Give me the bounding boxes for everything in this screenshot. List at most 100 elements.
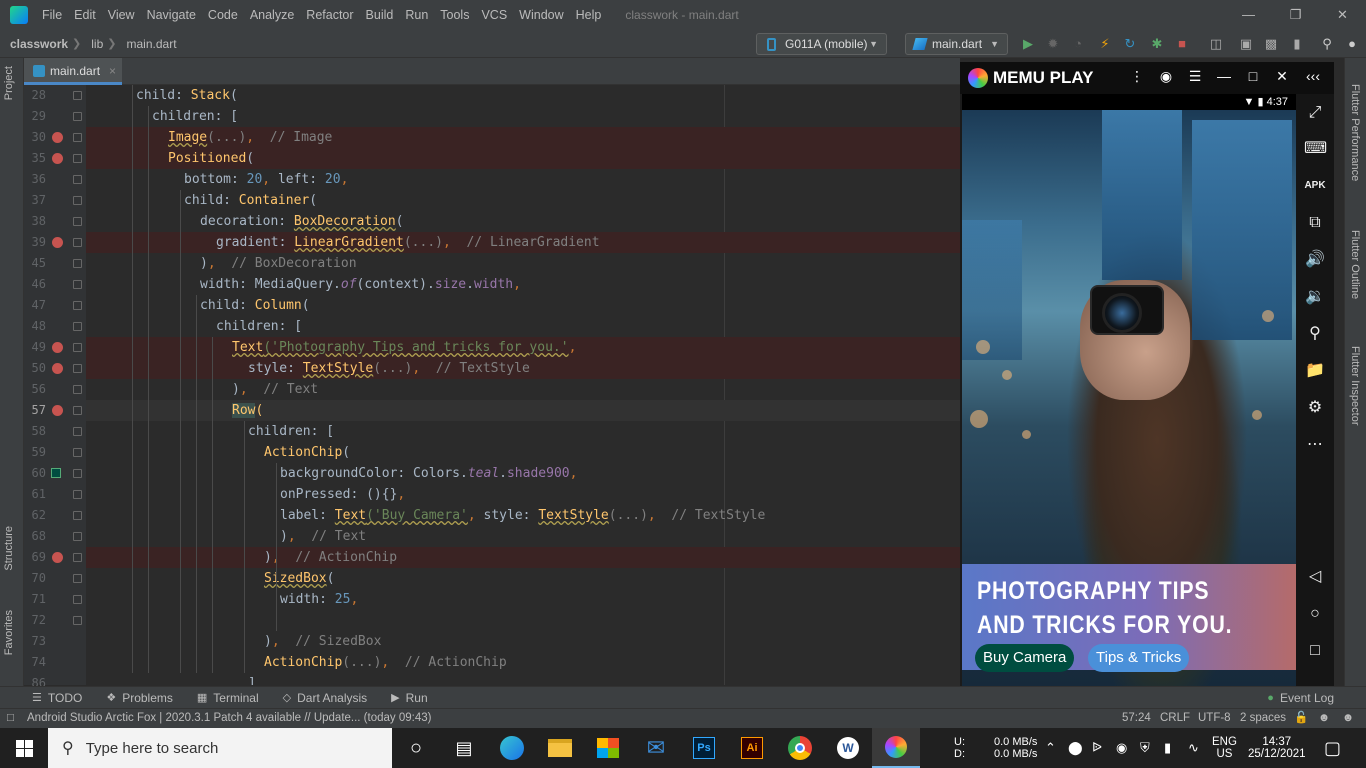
android-back-icon[interactable]: ◁ (1304, 566, 1326, 588)
code-line[interactable]: children: [ (86, 421, 960, 442)
more-menu-icon[interactable]: ⋮ (1128, 68, 1146, 85)
edge-icon[interactable] (488, 728, 536, 768)
chrome-icon[interactable] (776, 728, 824, 768)
code-line[interactable]: ), // Text (86, 526, 960, 547)
fold-marker-icon[interactable] (73, 385, 82, 394)
code-line[interactable]: ), // Text (86, 379, 960, 400)
fold-marker-icon[interactable] (73, 238, 82, 247)
attach-debugger-icon[interactable]: ✱ (1148, 35, 1166, 53)
emu-minimize-button[interactable]: — (1215, 68, 1233, 84)
debug-icon[interactable]: ✹ (1044, 35, 1062, 53)
fold-marker-icon[interactable] (73, 427, 82, 436)
multi-window-icon[interactable]: ⧉ (1304, 212, 1326, 234)
breadcrumb-lib[interactable]: lib (81, 37, 107, 51)
breadcrumb-file[interactable]: main.dart (117, 37, 181, 51)
fold-marker-icon[interactable] (73, 469, 82, 478)
task-view-icon[interactable]: ▤ (440, 728, 488, 768)
stop-icon[interactable]: ■ (1173, 35, 1191, 53)
android-screen[interactable]: ▼ ▮ 4:37 PHOTOGRAPHY TIPS AND TRICKS FOR… (962, 94, 1296, 686)
user-icon[interactable]: ● (1343, 35, 1361, 53)
close-tab-icon[interactable]: × (109, 58, 116, 84)
word-app-icon[interactable]: W (824, 728, 872, 768)
caret-position[interactable]: 57:24 (1122, 709, 1151, 728)
keyboard-icon[interactable]: ⌨ (1304, 138, 1327, 160)
device-selector[interactable]: G011A (mobile) ▼ (756, 33, 887, 55)
clock[interactable]: 14:37 25/12/2021 (1248, 728, 1306, 768)
windows-start-icon[interactable] (0, 728, 48, 768)
code-line[interactable]: ), // SizedBox (86, 631, 960, 652)
status-toggle-icon[interactable]: □ (7, 709, 14, 728)
code-line[interactable]: gradient: LinearGradient(...), // Linear… (86, 232, 960, 253)
fold-marker-icon[interactable] (73, 595, 82, 604)
android-home-icon[interactable]: ○ (1304, 603, 1326, 625)
restore-button[interactable]: ❐ (1272, 0, 1319, 30)
code-line[interactable]: ), // BoxDecoration (86, 253, 960, 274)
fold-marker-icon[interactable] (73, 91, 82, 100)
fold-marker-icon[interactable] (73, 217, 82, 226)
code-line[interactable]: Positioned( (86, 148, 960, 169)
breakpoint-icon[interactable] (52, 363, 63, 374)
code-line[interactable]: Text('Photography Tips and tricks for yo… (86, 337, 960, 358)
event-log-tool-tab[interactable]: ● Event Log (1267, 691, 1334, 705)
language-indicator[interactable]: ENG US (1212, 728, 1237, 768)
avd-manager-icon[interactable]: ▣ (1237, 35, 1255, 53)
memu-taskbar-icon[interactable] (872, 728, 920, 768)
emu-maximize-button[interactable]: □ (1244, 68, 1262, 84)
fold-marker-icon[interactable] (73, 406, 82, 415)
code-line[interactable]: SizedBox( (86, 568, 960, 589)
code-line[interactable]: child: Stack( (86, 85, 960, 106)
code-line[interactable]: ), // ActionChip (86, 547, 960, 568)
file-encoding[interactable]: UTF-8 (1198, 709, 1231, 728)
fold-marker-icon[interactable] (73, 259, 82, 268)
code-line[interactable]: backgroundColor: Colors.teal.shade900, (86, 463, 960, 484)
sdk-manager-icon[interactable]: ▩ (1262, 35, 1280, 53)
color-swatch-icon[interactable] (51, 468, 61, 478)
profile-icon[interactable]: ◔ (1069, 35, 1087, 53)
mail-icon[interactable]: ✉ (632, 728, 680, 768)
fold-marker-icon[interactable] (73, 322, 82, 331)
fold-marker-icon[interactable] (73, 133, 82, 142)
code-line[interactable]: style: TextStyle(...), // TextStyle (86, 358, 960, 379)
code-line[interactable]: width: 25, (86, 589, 960, 610)
illustrator-icon[interactable]: Ai (728, 728, 776, 768)
flutter-inspector-tab[interactable]: Flutter Inspector (1349, 346, 1361, 425)
fold-marker-icon[interactable] (73, 553, 82, 562)
code-editor[interactable]: child: Stack(children: [Image(...), // I… (86, 85, 960, 685)
favorites-tool-tab[interactable]: Favorites (3, 610, 15, 655)
fold-marker-icon[interactable] (73, 112, 82, 121)
location-icon[interactable]: ⚲ (1304, 323, 1326, 345)
close-window-button[interactable]: ✕ (1319, 0, 1366, 30)
fold-marker-icon[interactable] (73, 448, 82, 457)
menu-analyze[interactable]: Analyze (244, 8, 300, 22)
battery-tray-icon[interactable]: ▮ (1164, 728, 1171, 768)
code-line[interactable]: bottom: 20, left: 20, (86, 169, 960, 190)
settings-gear-icon[interactable]: ⚙ (1304, 397, 1326, 419)
code-line[interactable]: width: MediaQuery.of(context).size.width… (86, 274, 960, 295)
breakpoint-icon[interactable] (52, 342, 63, 353)
menu-help[interactable]: Help (570, 8, 608, 22)
hot-restart-icon[interactable]: ↻ (1121, 35, 1139, 53)
editor-gutter[interactable]: 28 29 30 35 36 37 38 39 45 46 47 48 49 50 56 57 58 59 60 61… (24, 85, 108, 690)
run-icon[interactable]: ▶ (1019, 35, 1037, 53)
fold-marker-icon[interactable] (73, 196, 82, 205)
microsoft-store-icon[interactable] (584, 728, 632, 768)
terminal-tool-tab[interactable]: ▦ Terminal (197, 691, 259, 705)
hamburger-menu-icon[interactable]: ☰ (1186, 68, 1204, 85)
fold-marker-icon[interactable] (73, 154, 82, 163)
code-line[interactable]: child: Column( (86, 295, 960, 316)
device-manager-icon[interactable]: ▮ (1288, 35, 1306, 53)
fold-marker-icon[interactable] (73, 175, 82, 184)
run-configuration-selector[interactable]: main.dart ▼ (905, 33, 1008, 55)
apk-icon[interactable]: APK (1304, 175, 1326, 197)
breakpoint-icon[interactable] (52, 405, 63, 416)
menu-code[interactable]: Code (202, 8, 244, 22)
flutter-outline-tab[interactable]: Flutter Outline (1349, 230, 1361, 299)
code-line[interactable]: children: [ (86, 106, 960, 127)
fold-marker-icon[interactable] (73, 280, 82, 289)
photoshop-icon[interactable]: Ps (680, 728, 728, 768)
volume-up-icon[interactable]: 🔊 (1304, 249, 1326, 271)
fold-marker-icon[interactable] (73, 574, 82, 583)
buy-camera-chip[interactable]: Buy Camera (975, 644, 1075, 672)
hot-reload-icon[interactable]: ⚡ (1096, 35, 1114, 53)
sync-project-icon[interactable]: ◫ (1207, 35, 1225, 53)
